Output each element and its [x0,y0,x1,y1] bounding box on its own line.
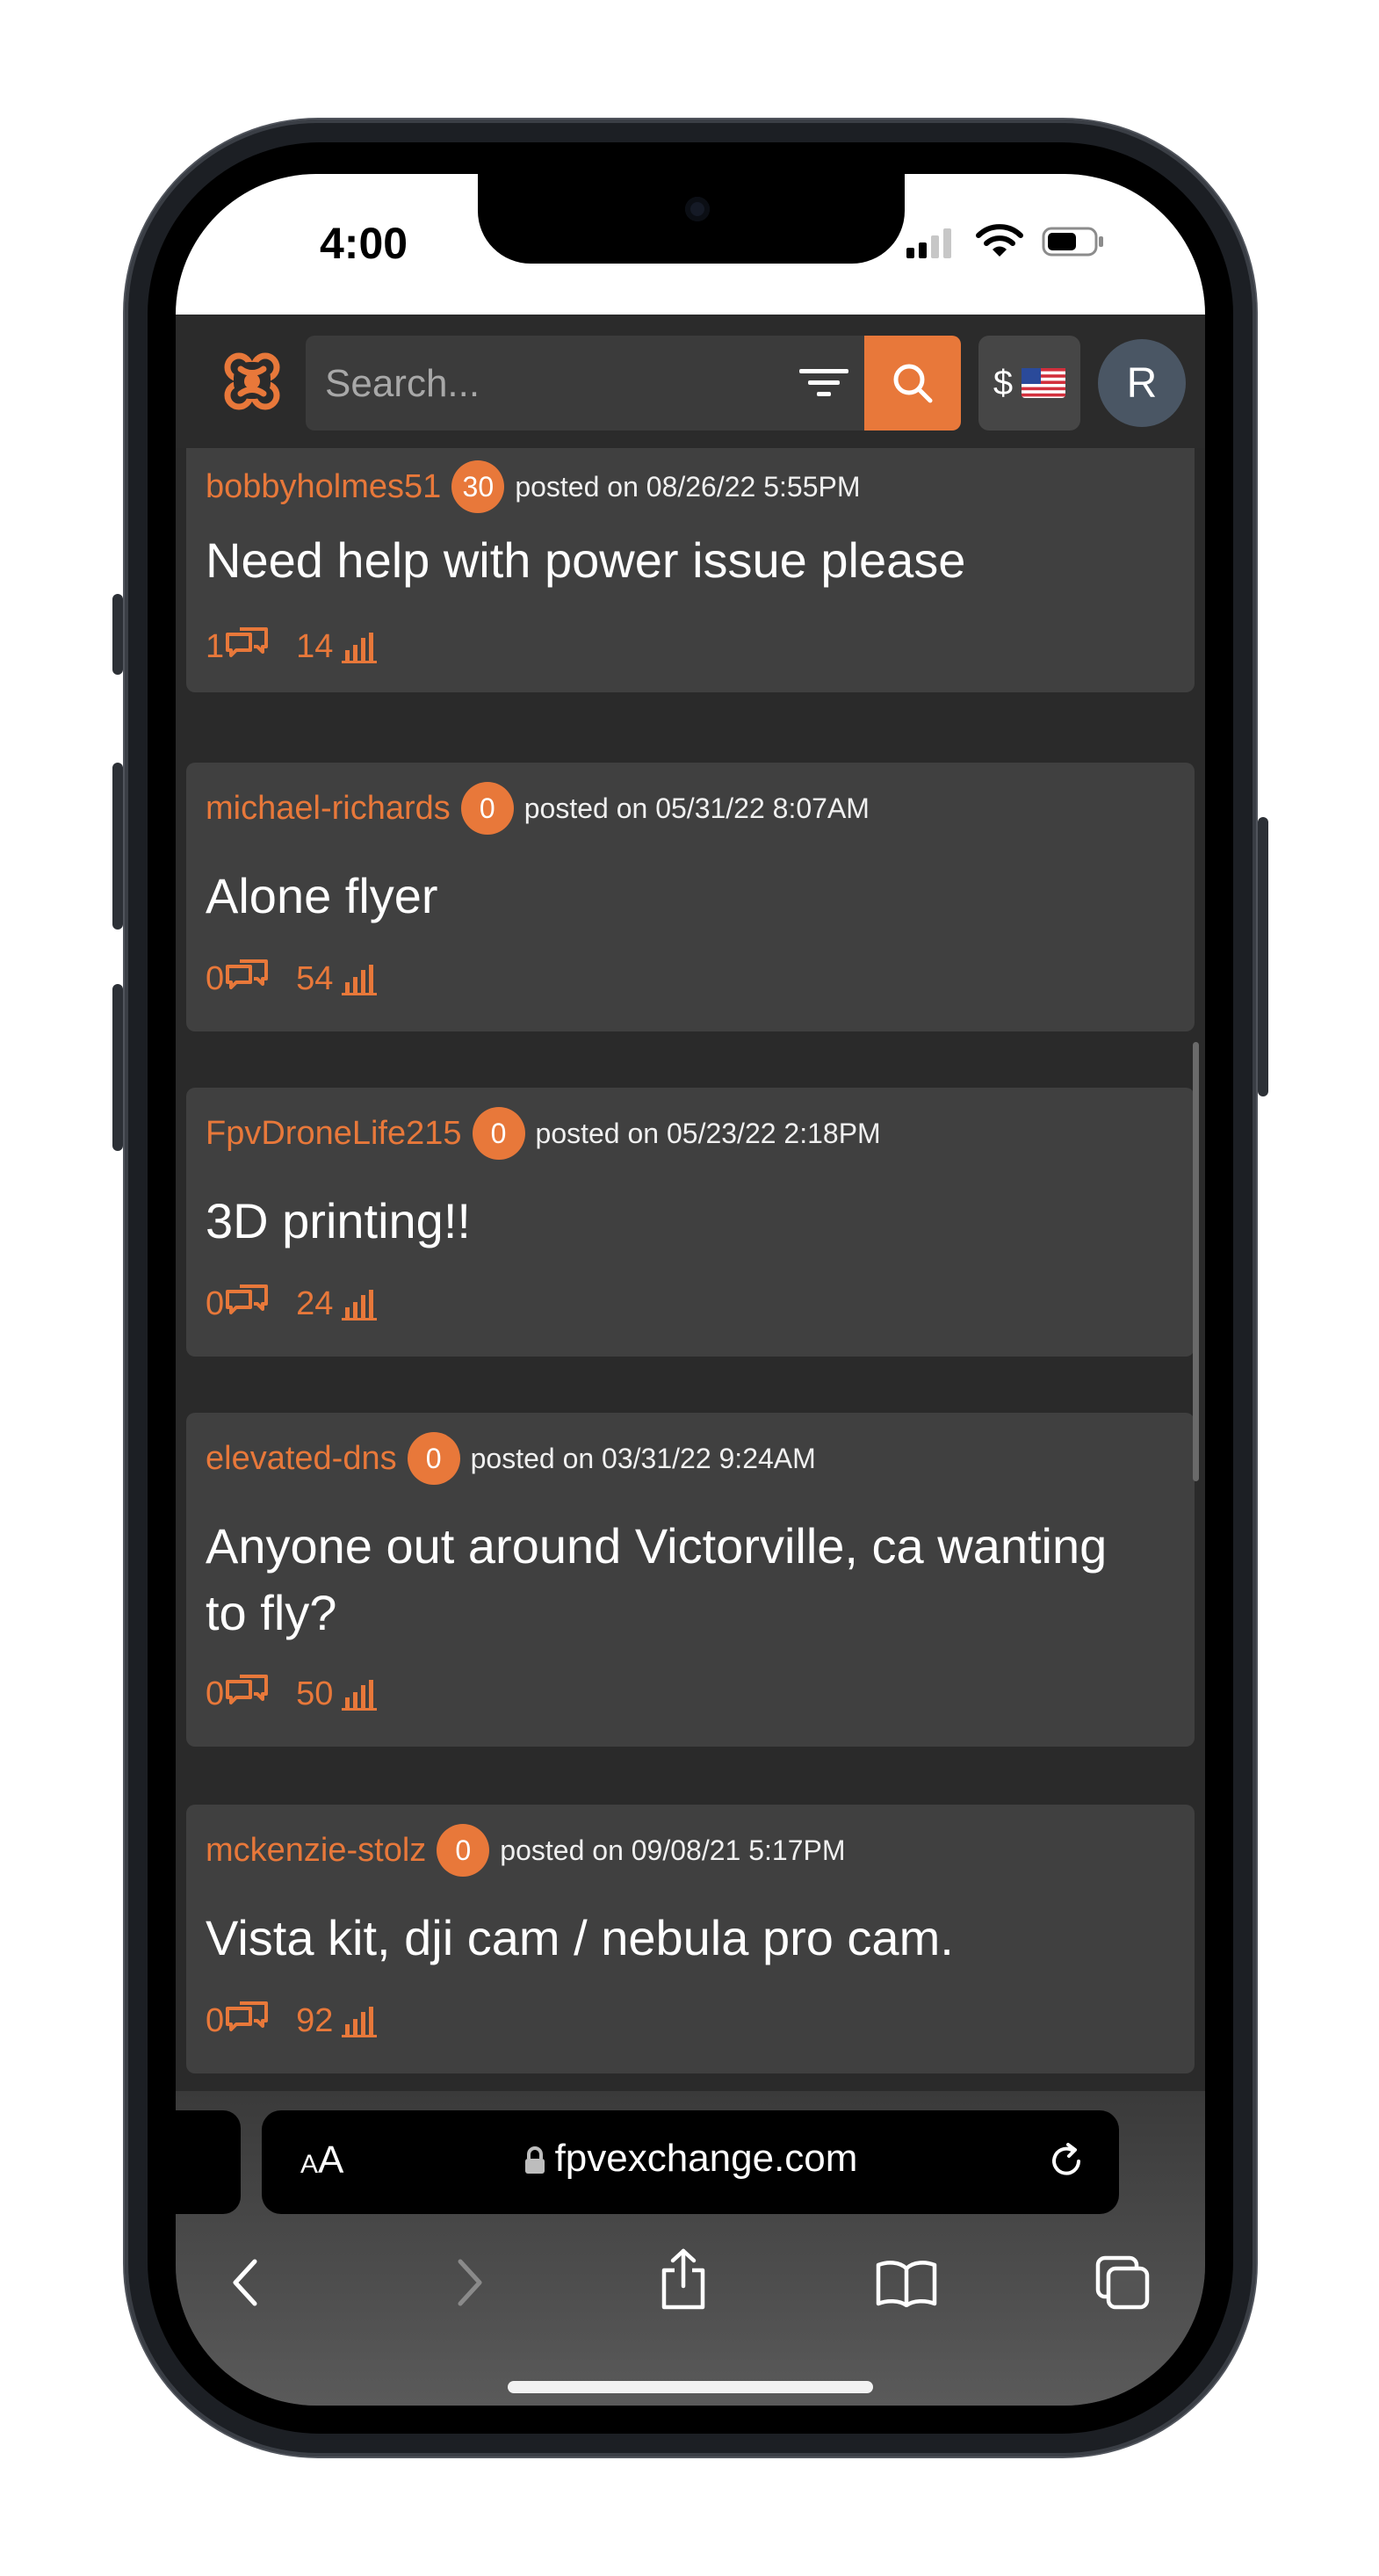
views-chart-icon [342,1680,378,1711]
reputation-badge: 0 [437,1824,490,1877]
comments-icon [226,1675,269,1704]
post-date: posted on 05/31/22 8:07AM [523,792,870,824]
phone-screen: 4:00 Search... $ R bobbyholmes51 30 post… [176,174,1205,2406]
forum-post[interactable]: mckenzie-stolz 0 posted on 09/08/21 5:17… [186,1805,1195,2073]
post-meta: bobbyholmes51 30 posted on 08/26/22 5:55… [206,460,861,513]
app-header: $ R [176,315,1205,448]
post-username[interactable]: elevated-dns [206,1440,397,1478]
address-bar[interactable]: AA fpvexchange.com [262,2110,1119,2214]
forum-post[interactable]: bobbyholmes51 30 posted on 08/26/22 5:55… [186,448,1195,692]
home-indicator[interactable] [508,2381,873,2393]
reply-count: 0 [206,2001,225,2039]
post-title[interactable]: 3D printing!! [206,1188,1154,1255]
reply-count: 0 [206,1284,225,1322]
post-username[interactable]: michael-richards [206,790,451,828]
url-display[interactable]: fpvexchange.com [262,2137,1119,2181]
user-avatar[interactable]: R [1098,339,1186,427]
browser-toolbar: AA fpvexchange.com [176,2091,1205,2406]
currency-selector[interactable]: $ [978,336,1080,431]
reload-icon[interactable] [1045,2140,1087,2182]
post-date: posted on 05/23/22 2:18PM [535,1117,881,1149]
feed-scrollbar[interactable] [1193,1042,1199,1481]
views-chart-icon [342,1290,378,1321]
comments-icon [226,1284,269,1314]
reply-count: 0 [206,1675,225,1712]
reply-count: 1 [206,627,225,665]
view-count: 14 [296,627,334,665]
reputation-badge: 30 [451,460,505,513]
view-count: 24 [296,1284,334,1322]
currency-symbol: $ [993,363,1014,402]
search-box [306,336,864,432]
post-username[interactable]: bobbyholmes51 [206,468,441,506]
comments-icon [226,959,269,989]
post-title[interactable]: Alone flyer [206,863,1154,930]
forward-icon[interactable] [451,2256,487,2309]
reply-count: 0 [206,959,225,997]
wifi-icon [976,224,1023,257]
post-stats: 0 92 [206,2001,378,2040]
url-text: fpvexchange.com [554,2137,858,2180]
fpvexchange-logo-icon[interactable] [216,346,286,416]
search-button[interactable] [864,336,961,431]
tabs-icon[interactable] [1094,2254,1152,2311]
power-button [1258,817,1268,1096]
post-title[interactable]: Need help with power issue please [206,527,1154,594]
post-meta: michael-richards 0 posted on 05/31/22 8:… [206,782,870,835]
back-icon[interactable] [228,2256,264,2309]
views-chart-icon [342,965,378,995]
views-chart-icon [342,2007,378,2037]
post-stats: 1 14 [206,627,378,666]
view-count: 50 [296,1675,334,1712]
share-icon[interactable] [657,2247,710,2311]
search-input[interactable] [306,336,783,432]
volume-down-button [112,984,123,1151]
post-meta: mckenzie-stolz 0 posted on 09/08/21 5:17… [206,1824,845,1877]
us-flag-icon [1022,368,1066,398]
reputation-badge: 0 [407,1432,460,1485]
post-date: posted on 09/08/21 5:17PM [500,1834,846,1866]
post-title[interactable]: Anyone out around Victorville, ca wantin… [206,1513,1154,1646]
reputation-badge: 0 [460,782,514,835]
reputation-badge: 0 [472,1107,525,1160]
forum-post[interactable]: FpvDroneLife215 0 posted on 05/23/22 2:1… [186,1088,1195,1357]
lock-icon [524,2146,545,2174]
search-icon [893,364,933,403]
bookmarks-icon[interactable] [875,2258,938,2307]
post-username[interactable]: mckenzie-stolz [206,1832,426,1870]
previous-tab-preview[interactable] [176,2110,241,2214]
post-date: posted on 08/26/22 5:55PM [515,470,861,503]
post-username[interactable]: FpvDroneLife215 [206,1115,462,1153]
forum-post[interactable]: elevated-dns 0 posted on 03/31/22 9:24AM… [186,1413,1195,1747]
silent-switch [112,594,123,675]
filter-icon[interactable] [798,364,850,402]
cellular-signal-icon [906,228,951,258]
comments-icon [226,627,269,657]
view-count: 54 [296,959,334,997]
volume-up-button [112,763,123,930]
front-camera [685,197,710,221]
post-date: posted on 03/31/22 9:24AM [470,1442,816,1474]
comments-icon [226,2001,269,2031]
post-stats: 0 24 [206,1284,378,1323]
view-count: 92 [296,2001,334,2039]
post-title[interactable]: Vista kit, dji cam / nebula pro cam. [206,1905,1154,1972]
battery-icon [1042,227,1103,257]
post-stats: 0 50 [206,1675,378,1713]
forum-post[interactable]: michael-richards 0 posted on 05/31/22 8:… [186,763,1195,1031]
post-meta: elevated-dns 0 posted on 03/31/22 9:24AM [206,1432,816,1485]
status-time: 4:00 [320,219,408,268]
forum-feed: bobbyholmes51 30 posted on 08/26/22 5:55… [176,448,1205,2091]
views-chart-icon [342,633,378,663]
post-stats: 0 54 [206,959,378,998]
post-meta: FpvDroneLife215 0 posted on 05/23/22 2:1… [206,1107,881,1160]
